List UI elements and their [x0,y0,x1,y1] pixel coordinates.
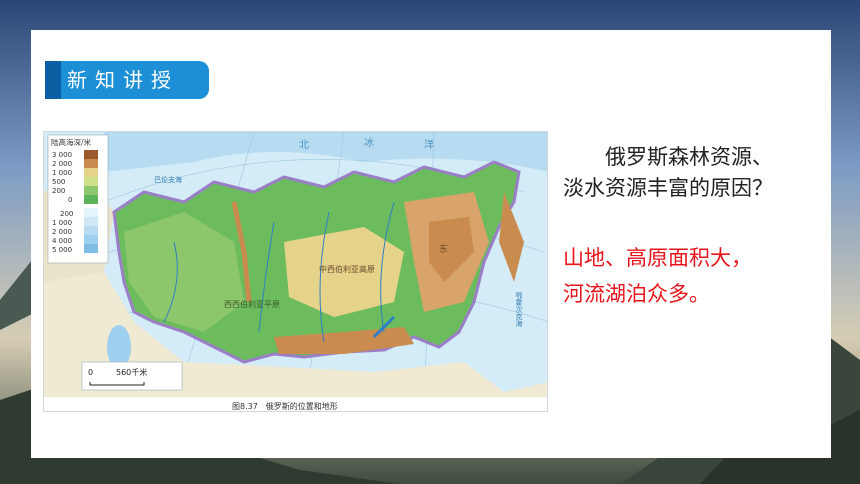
legend-depth-3: 4 000 [52,237,72,245]
legend-elev-3: 500 [52,178,65,186]
scale-distance-label: 560千米 [116,367,147,377]
legend-elev-2: 1 000 [52,169,72,177]
legend-depth-1: 1 000 [52,219,72,227]
map-label-arctic-1: 北 [299,139,309,151]
question-line-2: 淡水资源丰富的原因？ [563,176,773,200]
map-label-plain: 西西伯利亚平原 [224,299,280,309]
russia-map: 北 冰 洋 中西伯利亚高原 西西伯利亚平原 东 鄂霍次克海 巴伦支海 陆高海深/… [44,132,547,411]
legend-depth-0: 200 [60,210,73,218]
legend-elev-5: 0 [68,196,72,204]
legend-depth-2: 2 000 [52,228,72,236]
slide-panel: 新知讲授 北 冰 洋 中西伯利亚高原 西西伯利亚平原 东 鄂霍次克海 巴伦支海 … [31,30,831,458]
scale-bar: 0 560千米 [81,361,183,391]
elevation-legend: 陆高海深/米 3 000 2 000 1 000 500 200 0 200 1… [47,134,109,264]
legend-depth-4: 5 000 [52,246,72,254]
answer-line-2: 河流湖泊众多。 [563,282,710,306]
answer-text: 山地、高原面积大， 河流湖泊众多。 [563,240,825,312]
answer-line-1: 山地、高原面积大， [563,246,752,270]
map-caption: 图8.37 俄罗斯的位置和地形 [232,401,338,411]
russia-map-figure: 北 冰 洋 中西伯利亚高原 西西伯利亚平原 东 鄂霍次克海 巴伦支海 陆高海深/… [43,131,548,412]
legend-elev-0: 3 000 [52,151,72,159]
legend-elev-1: 2 000 [52,160,72,168]
map-label-arctic-2: 冰 [364,136,374,149]
legend-elev-4: 200 [52,187,65,195]
question-text: 俄罗斯森林资源、 淡水资源丰富的原因？ [563,142,825,204]
scale-zero-label: 0 [88,368,93,377]
map-label-plateau: 中西伯利亚高原 [319,264,375,274]
section-title: 新知讲授 [67,68,179,92]
legend-title: 陆高海深/米 [51,137,92,147]
map-label-barents: 巴伦支海 [154,175,182,184]
map-label-east: 东 [439,243,448,255]
map-label-okhotsk: 鄂霍次克海 [515,291,523,328]
section-header-accent [45,61,61,99]
map-label-arctic-3: 洋 [424,138,434,151]
question-line-1: 俄罗斯森林资源、 [605,145,773,169]
